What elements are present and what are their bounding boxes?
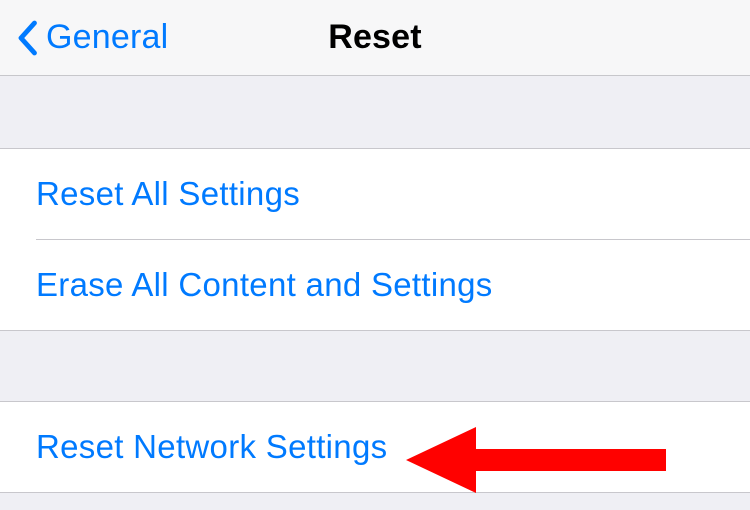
reset-network-settings-item[interactable]: Reset Network Settings: [0, 402, 750, 492]
page-title: Reset: [328, 18, 422, 57]
list-group-2: Reset Network Settings: [0, 401, 750, 493]
section-spacer: [0, 76, 750, 148]
list-item-label: Reset All Settings: [36, 175, 300, 212]
reset-all-settings-item[interactable]: Reset All Settings: [0, 149, 750, 239]
list-item-label: Reset Network Settings: [36, 428, 387, 465]
back-button-label: General: [46, 18, 168, 57]
erase-all-content-item[interactable]: Erase All Content and Settings: [36, 239, 750, 330]
navigation-bar: General Reset: [0, 0, 750, 76]
list-group-1: Reset All Settings Erase All Content and…: [0, 148, 750, 331]
section-spacer: [0, 331, 750, 401]
list-item-label: Erase All Content and Settings: [36, 266, 493, 303]
back-button[interactable]: General: [16, 0, 168, 75]
chevron-left-icon: [16, 20, 38, 56]
